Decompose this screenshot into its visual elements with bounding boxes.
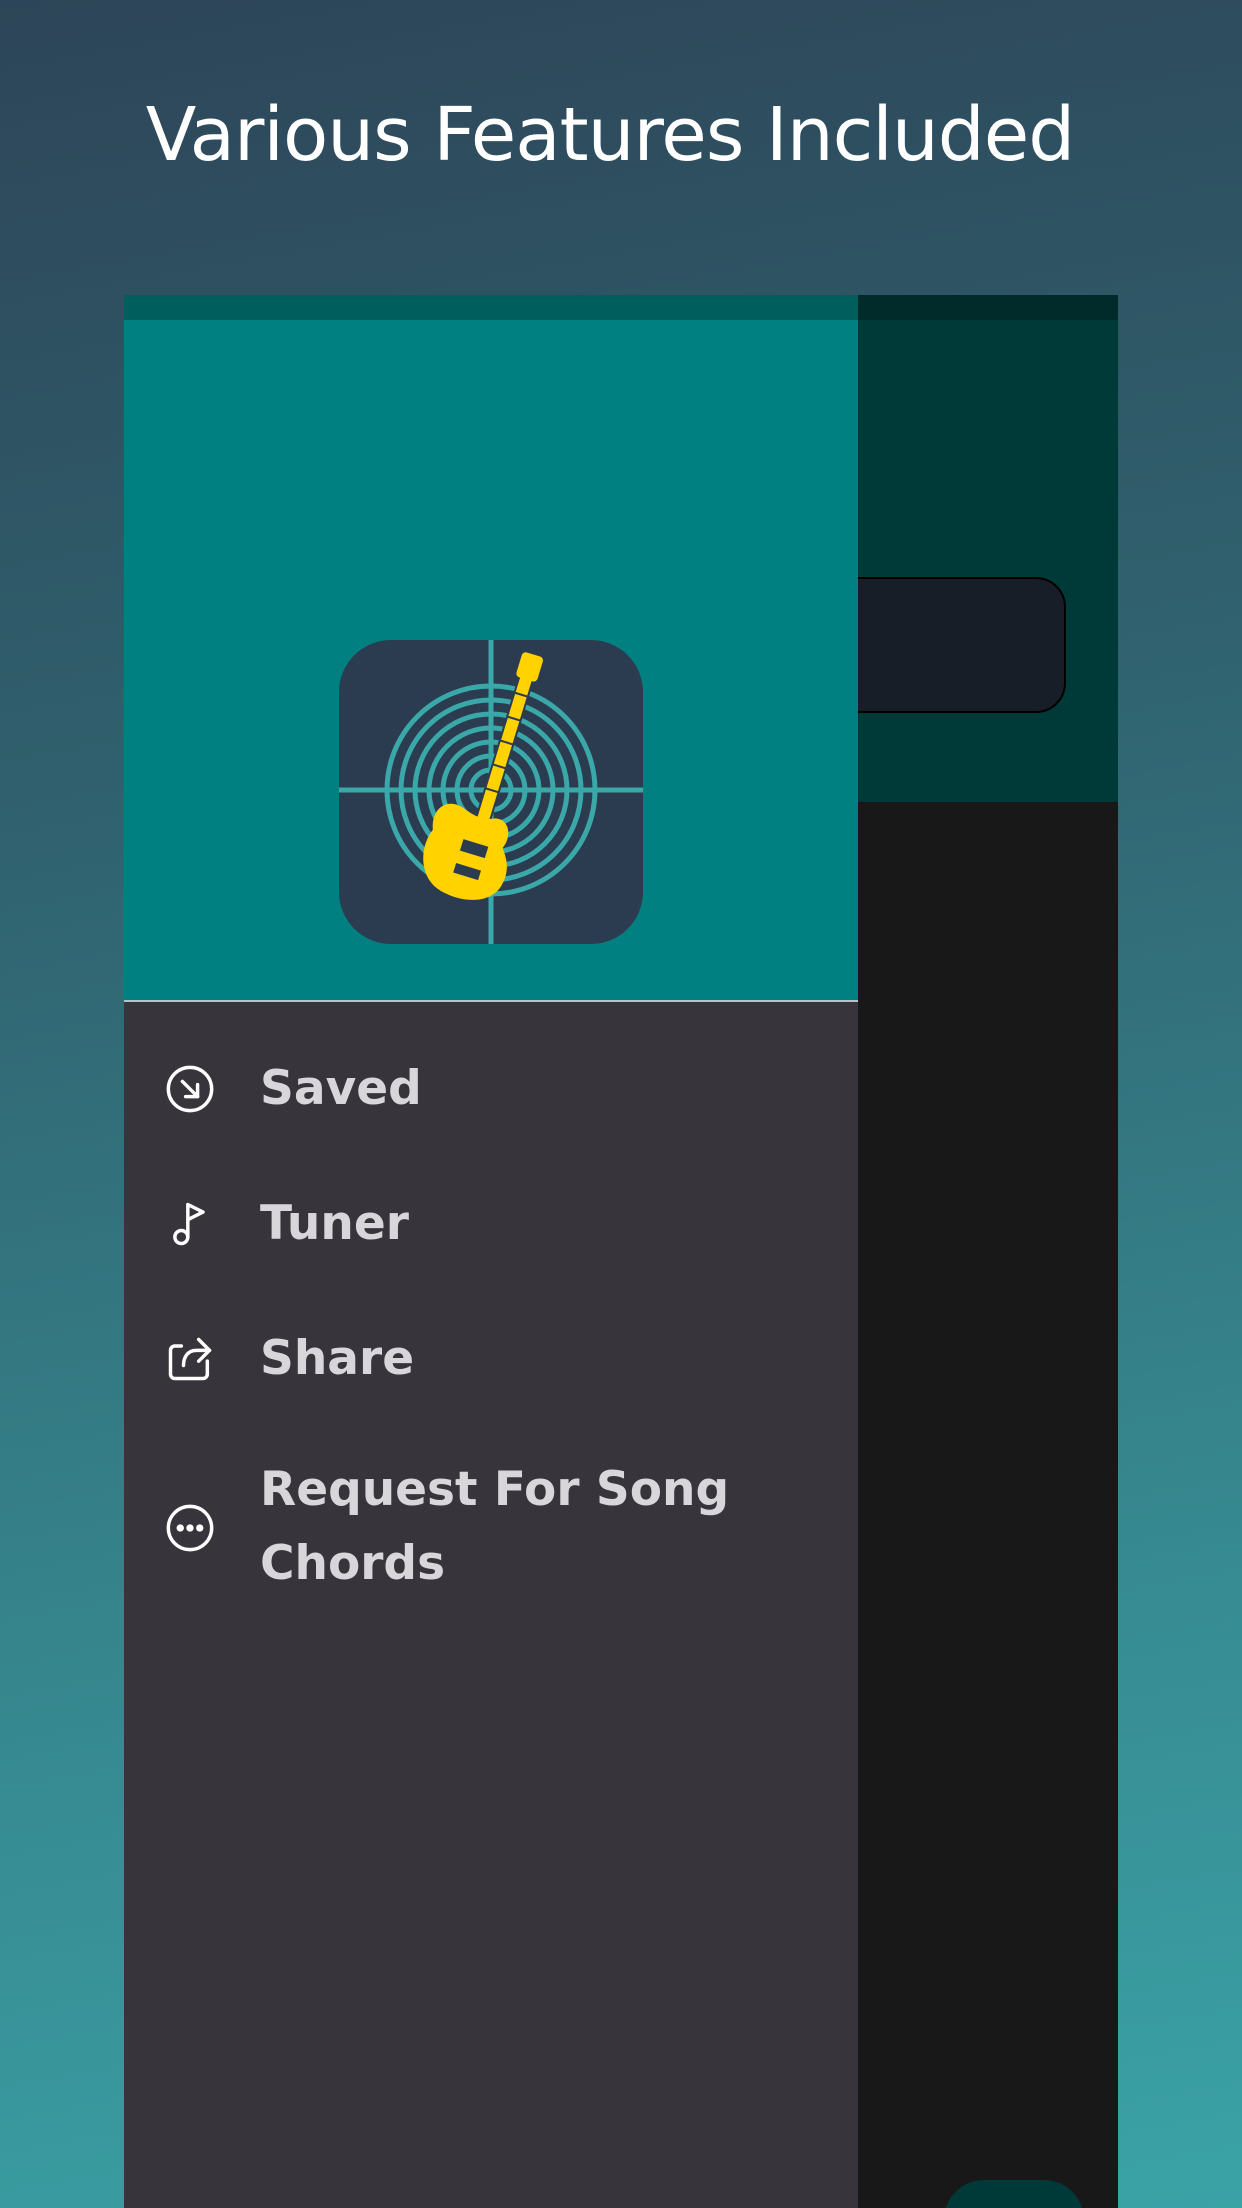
- menu-item-label: Saved: [260, 1061, 422, 1116]
- navigation-drawer: Saved Tuner Share Request For Song Chord…: [124, 295, 858, 2208]
- promo-headline: Various Features Included: [145, 92, 1076, 178]
- drawer-status-bar: [124, 295, 858, 320]
- background-fab: [944, 2180, 1084, 2208]
- music-note-icon: [173, 1202, 205, 1246]
- menu-item-saved[interactable]: Saved: [124, 1005, 858, 1116]
- menu-item-label: Share: [260, 1331, 415, 1386]
- menu-item-tuner[interactable]: Tuner: [124, 1140, 858, 1251]
- arrow-down-right-circle-icon: [166, 1065, 214, 1113]
- menu-item-request-song-chords[interactable]: Request For Song Chords: [124, 1410, 858, 1610]
- menu-item-share[interactable]: Share: [124, 1275, 858, 1386]
- guitar-target-icon: [339, 640, 643, 944]
- share-icon: [168, 1337, 212, 1381]
- menu-item-label: Request For Song Chords: [260, 1462, 730, 1591]
- phone-screen: Saved Tuner Share Request For Song Chord…: [124, 295, 1118, 2208]
- more-horizontal-circle-icon: [166, 1504, 214, 1552]
- menu-item-label: Tuner: [260, 1196, 409, 1251]
